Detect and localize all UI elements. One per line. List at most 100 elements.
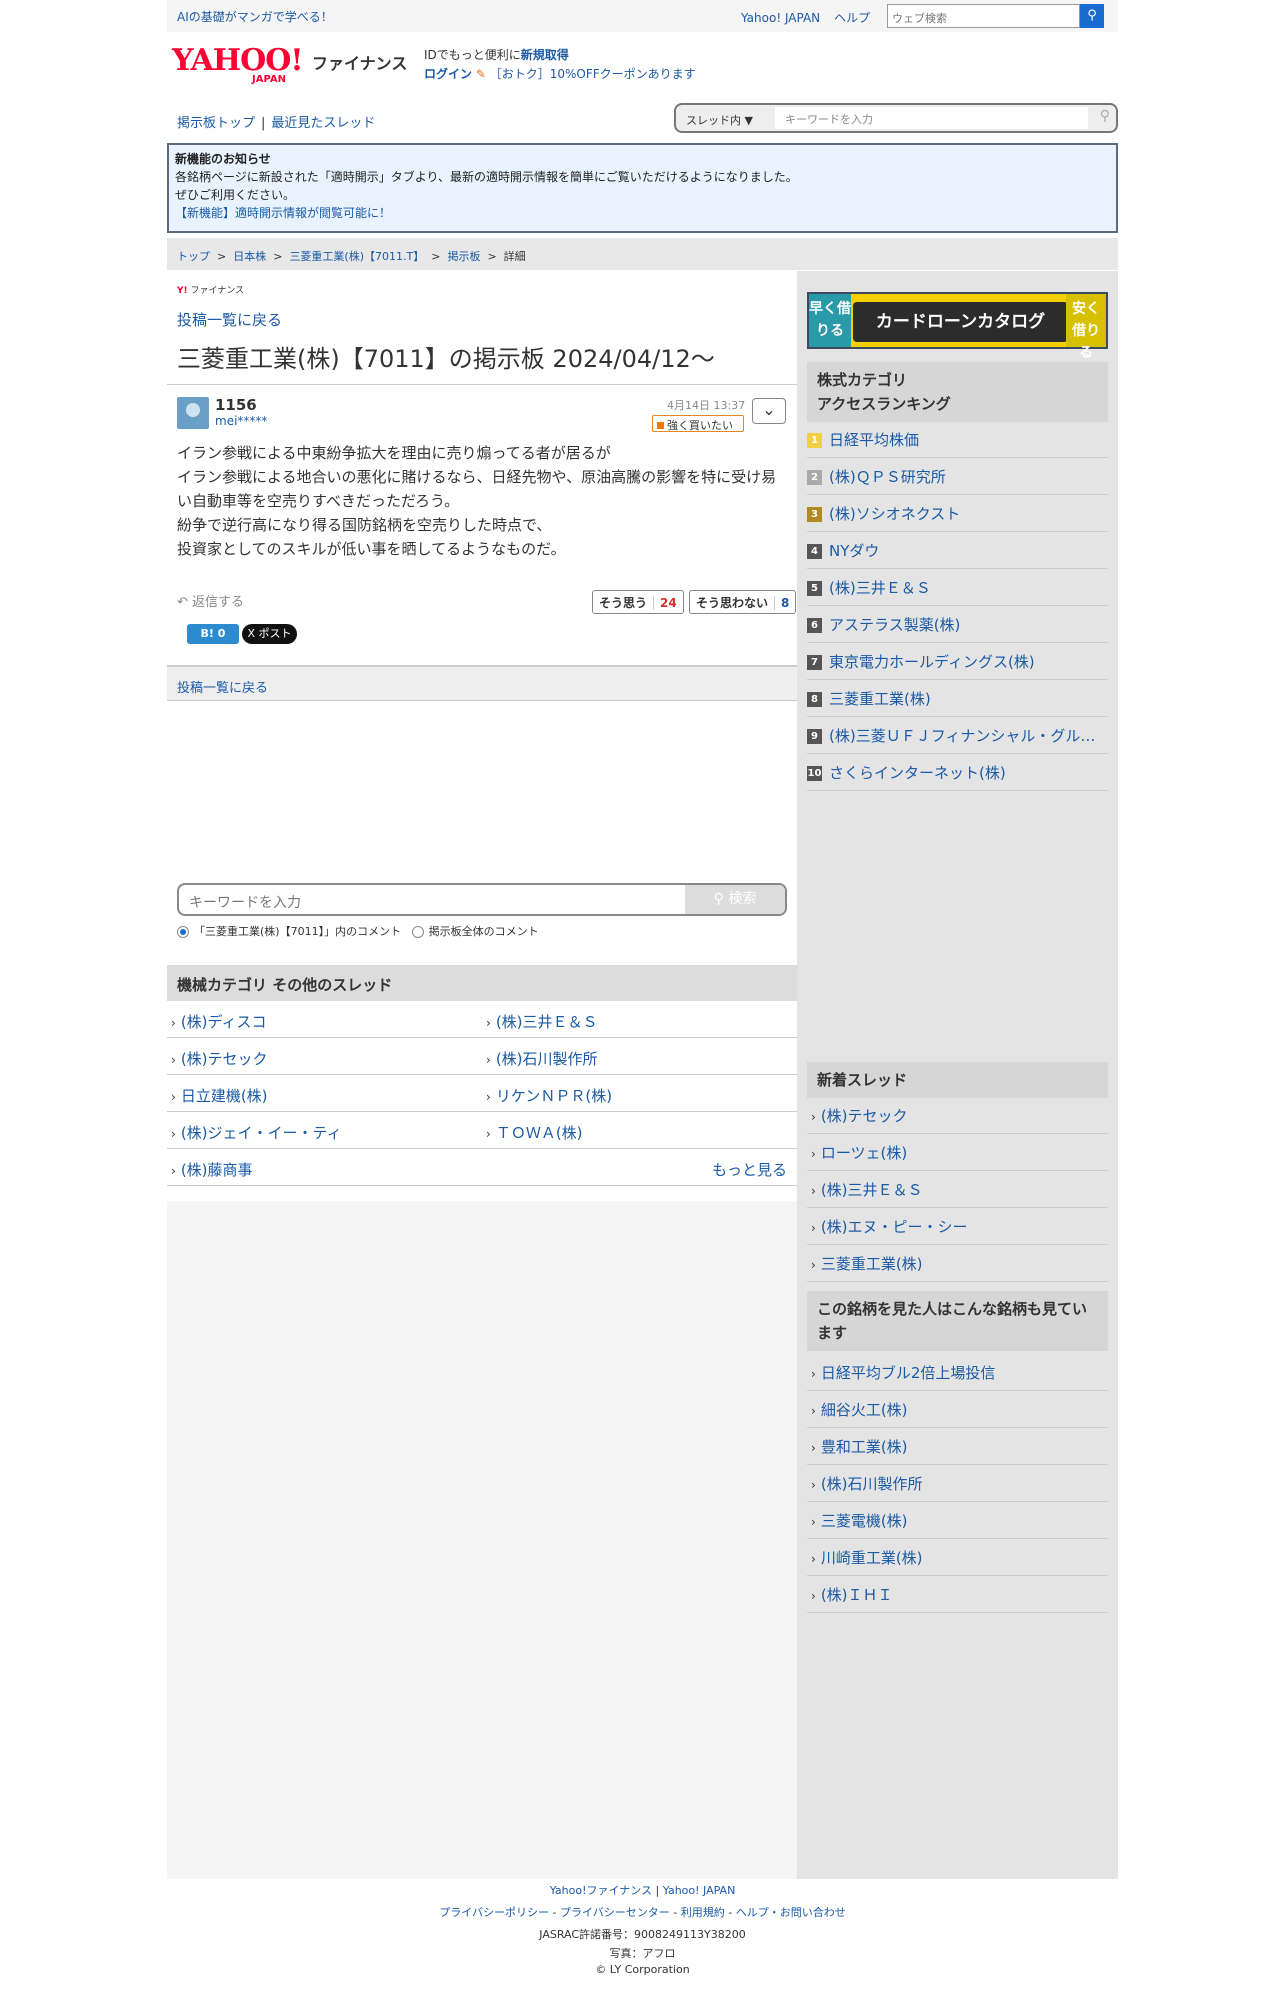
web-search-input[interactable]: ウェブ検索 <box>887 4 1080 28</box>
hatena-bookmark-button[interactable]: B! 0 <box>187 624 239 644</box>
post-line: イラン参戦による中東紛争拡大を理由に売り煽ってる者が居るが <box>177 444 611 462</box>
thread-search: スレッド内 ▼ キーワードを入力 ⚲ <box>674 103 1118 133</box>
footer-finance-link[interactable]: Yahoo!ファイナンス <box>550 1884 652 1897</box>
thread-search-input[interactable]: キーワードを入力 <box>775 107 1088 129</box>
new-feature-notice: 新機能のお知らせ 各銘柄ページに新設された「適時開示」タブより、最新の適時開示情… <box>167 143 1118 233</box>
also-viewed-link[interactable]: 三菱電機(株) <box>811 1510 908 1531</box>
ranking-item[interactable]: 5 (株)三井Ｅ＆Ｓ <box>807 569 1108 606</box>
thread-link[interactable]: (株)三井Ｅ＆Ｓ <box>486 1011 598 1032</box>
also-viewed-link[interactable]: 日経平均ブル2倍上場投信 <box>811 1362 996 1383</box>
thread-link[interactable]: (株)ジェイ・イー・ティ <box>171 1122 342 1143</box>
yahoo-japan-link[interactable]: Yahoo! JAPAN <box>741 11 820 25</box>
signup-link[interactable]: 新規取得 <box>521 48 569 62</box>
post-body: イラン参戦による中東紛争拡大を理由に売り煽ってる者が居るが イラン参戦による地合… <box>177 441 789 561</box>
thread-link[interactable]: ＴＯＷＡ(株) <box>486 1122 583 1143</box>
login-link[interactable]: ログイン <box>424 67 472 81</box>
photo-credit: 写真：アフロ <box>609 1947 676 1960</box>
board-subnav: 掲示板トップ | 最近見たスレッド <box>177 116 376 131</box>
reply-button[interactable]: ↶ 返信する <box>177 591 244 610</box>
chevron-down-icon: ▼ <box>744 114 753 127</box>
privacy-policy-link[interactable]: プライバシーポリシー <box>439 1906 549 1919</box>
breadcrumb-stock[interactable]: 三菱重工業(株)【7011.T】 <box>289 250 424 263</box>
banner-right: 安く借りる <box>1066 294 1106 361</box>
banner-main: カードローンカタログ <box>853 302 1068 342</box>
ranking-item[interactable]: 8 三菱重工業(株) <box>807 680 1108 717</box>
radio-all-boards[interactable] <box>411 926 424 938</box>
thread-link[interactable]: (株)藤商事 <box>171 1159 253 1180</box>
new-thread-link[interactable]: (株)エヌ・ピー・シー <box>811 1216 968 1237</box>
also-viewed-link[interactable]: 細谷火工(株) <box>811 1399 908 1420</box>
post-menu-button[interactable]: ⌄ <box>752 398 786 424</box>
new-thread-link[interactable]: (株)三井Ｅ＆Ｓ <box>811 1179 923 1200</box>
x-post-button[interactable]: X ポスト <box>242 624 297 644</box>
chevron-down-icon: ⌄ <box>762 400 776 419</box>
help-contact-link[interactable]: ヘルプ・お問い合わせ <box>736 1906 846 1919</box>
radio-label: 「三菱重工業(株)【7011】」内のコメント <box>194 925 402 938</box>
ranking-item[interactable]: 3 (株)ソシオネクスト <box>807 495 1108 532</box>
jasrac-text: JASRAC許諾番号：9008249113Y38200 <box>539 1928 746 1941</box>
coupon-link[interactable]: ［おトク］10%OFFクーポンあります <box>490 67 696 81</box>
keyword-search-button[interactable]: ⚲ 検索 <box>685 885 785 914</box>
post-area: Y! ファイナンス 投稿一覧に戻る 三菱重工業(株)【7011】の掲示板 202… <box>167 271 797 1201</box>
card-loan-banner[interactable]: 早く借りる カードローンカタログ 安く借りる <box>807 292 1108 361</box>
sentiment-badge: 強く買いたい <box>652 415 744 432</box>
ai-manga-link[interactable]: AIの基礎がマンガで学べる！ <box>177 8 333 25</box>
ranking-item[interactable]: 9 (株)三菱ＵＦＪフィナンシャル・グループ <box>807 717 1108 754</box>
post-line: 投資家としてのスキルが低い事を晒してるようなものだ。 <box>177 540 566 558</box>
thread-link[interactable]: (株)テセック <box>171 1048 268 1069</box>
privacy-center-link[interactable]: プライバシーセンター <box>560 1906 670 1919</box>
footer-yahoo-link[interactable]: Yahoo! JAPAN <box>663 1884 736 1897</box>
help-link[interactable]: ヘルプ <box>834 11 870 25</box>
agree-button[interactable]: そう思う 24 <box>592 590 684 614</box>
breadcrumb: トップ > 日本株 > 三菱重工業(株)【7011.T】 > 掲示板 > 詳細 <box>167 238 1118 270</box>
more-link[interactable]: もっと見る <box>712 1159 787 1180</box>
thread-link[interactable]: (株)石川製作所 <box>486 1048 598 1069</box>
thread-link[interactable]: 日立建機(株) <box>171 1085 268 1106</box>
user-link[interactable]: mei***** <box>215 414 267 428</box>
ranking-item[interactable]: 1 日経平均株価 <box>807 421 1108 458</box>
footer: Yahoo!ファイナンス | Yahoo! JAPAN プライバシーポリシー -… <box>167 1880 1118 1978</box>
ranking-item[interactable]: 7 東京電力ホールディングス(株) <box>807 643 1108 680</box>
post-line: 紛争で逆行高になり得る国防銘柄を空売りした時点で、 <box>177 516 552 534</box>
new-threads-list: (株)テセック ローツェ(株) (株)三井Ｅ＆Ｓ (株)エヌ・ピー・シー 三菱重… <box>807 1097 1108 1282</box>
search-icon[interactable]: ⚲ <box>1100 108 1110 124</box>
post-number: 1156 <box>215 396 257 414</box>
new-thread-link[interactable]: (株)テセック <box>811 1105 908 1126</box>
coupon-icon: ✎ <box>475 67 486 81</box>
avatar <box>177 397 209 429</box>
breadcrumb-top[interactable]: トップ <box>177 250 210 263</box>
ranking-item[interactable]: 2 (株)ＱＰＳ研究所 <box>807 458 1108 495</box>
ranking-item[interactable]: 10 さくらインターネット(株) <box>807 754 1108 791</box>
thread-link[interactable]: リケンＮＰＲ(株) <box>486 1085 612 1106</box>
board-top-link[interactable]: 掲示板トップ <box>177 116 255 131</box>
also-viewed-link[interactable]: 川崎重工業(株) <box>811 1547 923 1568</box>
disagree-button[interactable]: そう思わない 8 <box>689 590 797 614</box>
search-icon[interactable]: ⚲ <box>1080 4 1104 28</box>
ranking-item[interactable]: 6 アステラス製薬(株) <box>807 606 1108 643</box>
new-thread-link[interactable]: ローツェ(株) <box>811 1142 907 1163</box>
breadcrumb-board[interactable]: 掲示板 <box>447 250 480 263</box>
notice-link[interactable]: 【新機能】適時開示情報が閲覧可能に！ <box>175 206 391 220</box>
back-to-list-link[interactable]: 投稿一覧に戻る <box>177 309 282 330</box>
category-header: 機械カテゴリ その他のスレッド <box>167 965 797 1001</box>
thread-link[interactable]: (株)ディスコ <box>171 1011 267 1032</box>
radio-this-board[interactable] <box>177 926 189 938</box>
copyright: © LY Corporation <box>595 1963 690 1976</box>
id-text: IDでもっと便利に <box>424 48 521 62</box>
back-to-list-link-bottom[interactable]: 投稿一覧に戻る <box>177 677 268 696</box>
scope-select[interactable]: スレッド内 ▼ <box>686 112 753 128</box>
keyword-input[interactable]: キーワードを入力 <box>189 892 301 912</box>
breadcrumb-jp-stocks[interactable]: 日本株 <box>233 250 266 263</box>
also-viewed-link[interactable]: (株)ＩＨＩ <box>811 1584 893 1605</box>
also-viewed-link[interactable]: 豊和工業(株) <box>811 1436 908 1457</box>
search-icon: ⚲ <box>713 891 724 907</box>
logo-text: YAHOO! <box>172 43 304 78</box>
also-viewed-link[interactable]: (株)石川製作所 <box>811 1473 923 1494</box>
finance-label[interactable]: ファイナンス <box>312 50 407 74</box>
yahoo-logo[interactable]: YAHOO! JAPAN <box>172 46 312 86</box>
recent-threads-link[interactable]: 最近見たスレッド <box>271 116 375 131</box>
logo-sub: JAPAN <box>252 74 286 85</box>
ranking-item[interactable]: 4 NYダウ <box>807 532 1108 569</box>
new-thread-link[interactable]: 三菱重工業(株) <box>811 1253 923 1274</box>
terms-link[interactable]: 利用規約 <box>681 1906 725 1919</box>
